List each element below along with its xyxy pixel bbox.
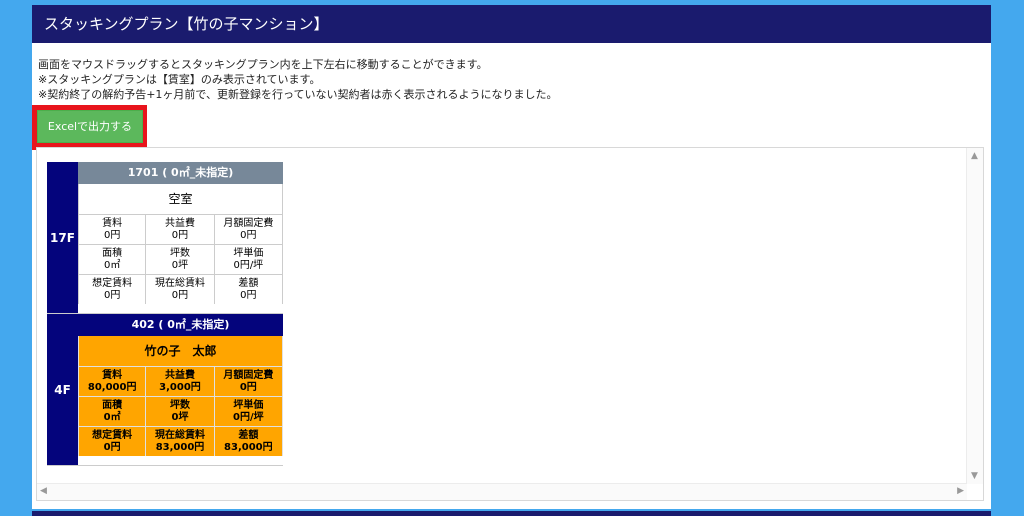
floor-label: 17F [47,162,78,313]
detail-common-fee: 共益費 0円 [146,214,215,244]
note-drag: 画面をマウスドラッグするとスタッキングプラン内を上下左右に移動することができます… [38,58,488,71]
detail-difference: 差額 83,000円 [214,426,283,456]
export-button-highlight: Excelで出力する [32,105,147,150]
excel-export-button[interactable]: Excelで出力する [37,110,143,143]
scroll-down-icon[interactable]: ▼ [971,471,978,481]
detail-tsubo-price: 坪単価 0円/坪 [214,244,283,274]
unit-card-1701[interactable]: 1701 ( 0㎡_未指定) 空室 賃料 0円 共益費 0円 月額固定費 0円 面積 0… [78,162,283,313]
detail-area: 面積 0㎡ [78,244,147,274]
vertical-scrollbar[interactable]: ▲ ▼ [966,148,983,484]
scroll-left-icon[interactable]: ◀ [40,486,47,496]
detail-rent: 賃料 0円 [78,214,147,244]
detail-expected-rent: 想定賃料 0円 [78,426,147,456]
tenant-name: 竹の子 太郎 [78,336,283,366]
unit-details: 賃料 80,000円 共益費 3,000円 月額固定費 0円 面積 0㎡ 坪数 0坪 坪単… [78,366,283,456]
detail-current-total: 現在総賃料 0円 [146,274,215,304]
bottom-bar [32,511,991,516]
detail-monthly-fixed: 月額固定費 0円 [214,366,283,396]
scroll-right-icon[interactable]: ▶ [957,486,964,496]
stacking-plan: 17F 1701 ( 0㎡_未指定) 空室 賃料 0円 共益費 0円 月額固定費 0円… [47,162,283,466]
unit-card-402[interactable]: 402 ( 0㎡_未指定) 竹の子 太郎 賃料 80,000円 共益費 3,000円… [78,314,283,465]
stacking-plan-panel: スタッキングプラン【竹の子マンション】 画面をマウスドラッグするとスタッキングプ… [32,5,991,509]
tenant-name: 空室 [78,184,283,214]
detail-rent: 賃料 80,000円 [78,366,147,396]
detail-tsubo-price: 坪単価 0円/坪 [214,396,283,426]
note-rental-only: ※スタッキングプランは【賃室】のみ表示されています。 [38,73,321,86]
detail-tsubo: 坪数 0坪 [146,396,215,426]
horizontal-scrollbar[interactable]: ◀ ▶ [37,483,967,500]
note-red-display: ※契約終了の解約予告+1ヶ月前で、更新登録を行っていない契約者は赤く表示されるよ… [38,88,558,101]
floor-row-17f: 17F 1701 ( 0㎡_未指定) 空室 賃料 0円 共益費 0円 月額固定費 0円… [47,162,283,314]
detail-current-total: 現在総賃料 83,000円 [146,426,215,456]
scroll-up-icon[interactable]: ▲ [971,151,978,161]
stacking-plan-viewport[interactable]: 17F 1701 ( 0㎡_未指定) 空室 賃料 0円 共益費 0円 月額固定費 0円… [36,147,984,501]
page-title: スタッキングプラン【竹の子マンション】 [32,5,991,43]
floor-label: 4F [47,314,78,465]
detail-tsubo: 坪数 0坪 [146,244,215,274]
detail-area: 面積 0㎡ [78,396,147,426]
detail-common-fee: 共益費 3,000円 [146,366,215,396]
instructions: 画面をマウスドラッグするとスタッキングプラン内を上下左右に移動することができます… [38,57,557,102]
unit-title: 1701 ( 0㎡_未指定) [78,162,283,184]
unit-title: 402 ( 0㎡_未指定) [78,314,283,336]
detail-expected-rent: 想定賃料 0円 [78,274,147,304]
detail-difference: 差額 0円 [214,274,283,304]
detail-monthly-fixed: 月額固定費 0円 [214,214,283,244]
floor-row-4f: 4F 402 ( 0㎡_未指定) 竹の子 太郎 賃料 80,000円 共益費 3,0… [47,314,283,466]
unit-details: 賃料 0円 共益費 0円 月額固定費 0円 面積 0㎡ 坪数 0坪 坪単価 0円/坪 想定賃… [78,214,283,304]
